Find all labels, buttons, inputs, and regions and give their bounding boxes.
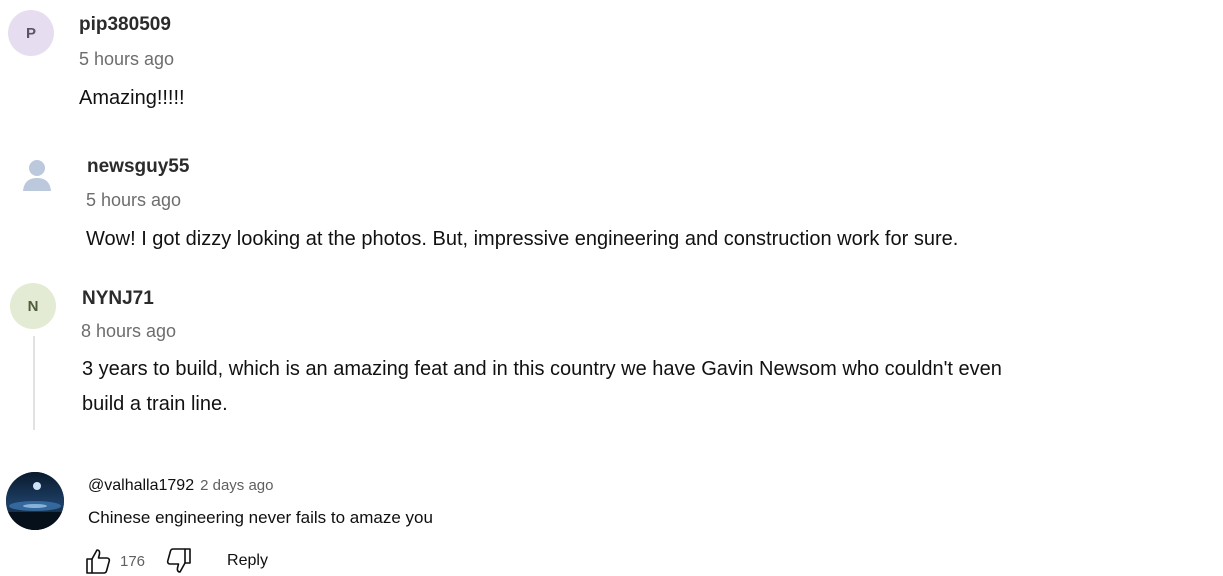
comment-username[interactable]: NYNJ71 <box>82 288 154 310</box>
dislike-button[interactable] <box>165 547 193 575</box>
comment-text-line-2: build a train line. <box>82 393 228 415</box>
avatar[interactable] <box>6 472 64 530</box>
thumbs-down-icon <box>166 548 191 573</box>
avatar[interactable]: N <box>10 283 56 329</box>
thumbs-up-icon <box>86 549 111 574</box>
like-count: 176 <box>120 552 146 570</box>
avatar-letter: P <box>25 24 36 42</box>
comment-actions: 176 Reply <box>84 546 268 576</box>
comment-timestamp: 8 hours ago <box>81 321 177 341</box>
reply-button[interactable]: Reply <box>227 552 268 570</box>
comment-text: Wow! I got dizzy looking at the photos. … <box>86 228 959 250</box>
night-landscape-icon <box>6 472 64 530</box>
comment-text: Chinese engineering never fails to amaze… <box>88 508 433 527</box>
like-button[interactable] <box>84 547 112 575</box>
thread-line <box>33 336 35 430</box>
avatar-letter: N <box>27 297 39 315</box>
comment-handle[interactable]: @valhalla1792 <box>88 477 194 494</box>
comment-timestamp: 5 hours ago <box>86 190 182 210</box>
comment-username[interactable]: pip380509 <box>79 14 171 36</box>
comment-timestamp: 5 hours ago <box>79 49 175 69</box>
user-silhouette-icon <box>14 151 60 197</box>
comment-text-line-1: 3 years to build, which is an amazing fe… <box>82 358 1002 380</box>
yt-comment-header: @valhalla1792 2 days ago <box>88 477 273 495</box>
comment-username[interactable]: newsguy55 <box>87 156 189 178</box>
avatar[interactable] <box>14 151 60 197</box>
comment-text: Amazing!!!!! <box>79 87 185 109</box>
comment-timestamp[interactable]: 2 days ago <box>200 477 273 494</box>
avatar[interactable]: P <box>8 10 54 56</box>
